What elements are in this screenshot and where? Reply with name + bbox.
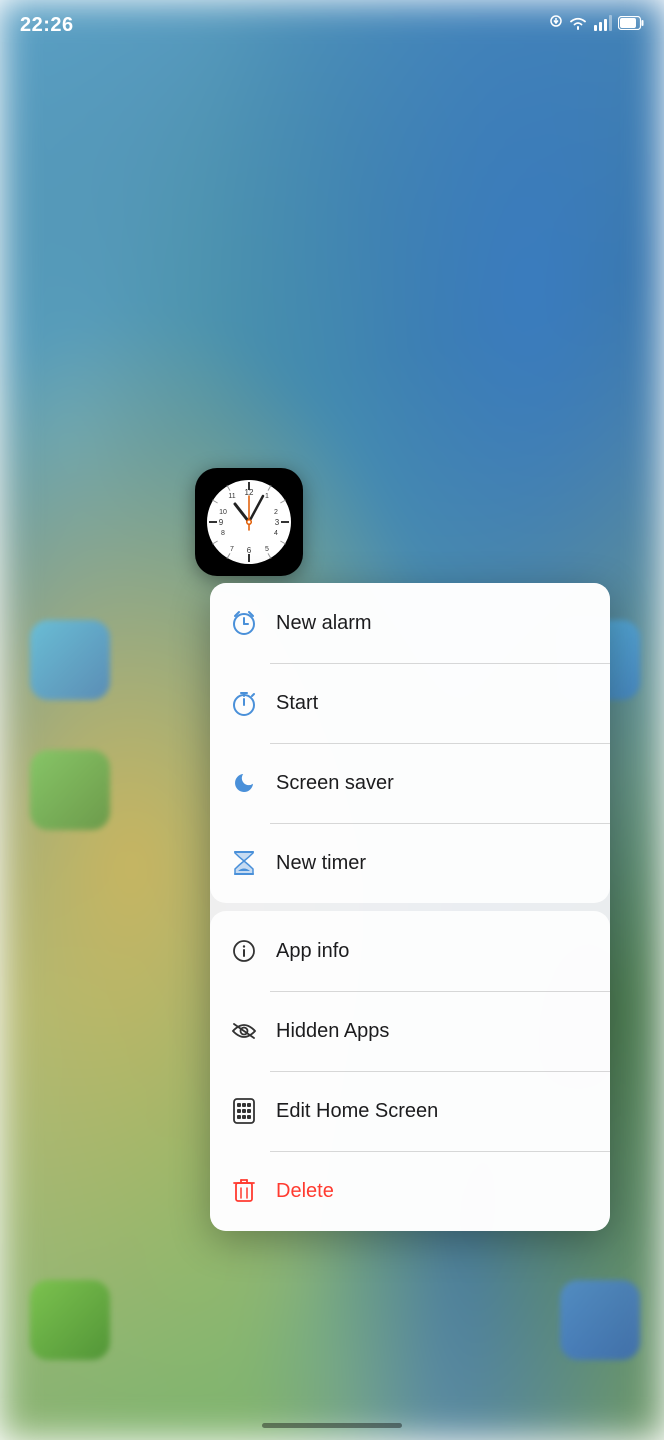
svg-text:3: 3 [275, 518, 280, 527]
new-alarm-item[interactable]: New alarm [210, 583, 610, 663]
new-timer-item[interactable]: New timer [210, 823, 610, 903]
start-label: Start [276, 692, 318, 715]
screen-saver-label: Screen saver [276, 772, 394, 795]
app-info-label: App info [276, 940, 349, 963]
info-icon [228, 935, 260, 967]
svg-text:5: 5 [265, 546, 269, 553]
svg-text:10: 10 [219, 509, 227, 516]
delete-label: Delete [276, 1180, 334, 1203]
bg-icon [30, 620, 110, 700]
download-icon [550, 15, 562, 36]
svg-text:11: 11 [228, 493, 235, 500]
new-timer-label: New timer [276, 852, 366, 875]
home-indicator [262, 1423, 402, 1428]
hourglass-icon [228, 847, 260, 879]
hidden-apps-item[interactable]: Hidden Apps [210, 991, 610, 1071]
status-icons [550, 15, 644, 36]
screen-saver-item[interactable]: Screen saver [210, 743, 610, 823]
alarm-icon [228, 607, 260, 639]
svg-text:4: 4 [274, 530, 278, 537]
status-time: 22:26 [20, 14, 74, 37]
eye-slash-icon [228, 1015, 260, 1047]
bg-icon [30, 1280, 110, 1360]
svg-text:8: 8 [221, 530, 225, 537]
clock-face-svg: 12 3 6 9 1 2 4 5 7 8 10 11 [205, 478, 293, 566]
app-info-item[interactable]: App info [210, 911, 610, 991]
new-alarm-label: New alarm [276, 612, 372, 635]
wifi-icon [568, 15, 588, 36]
svg-text:1: 1 [265, 493, 269, 500]
svg-text:2: 2 [274, 509, 278, 516]
status-bar: 22:26 [0, 0, 664, 50]
svg-text:9: 9 [219, 518, 224, 527]
svg-text:7: 7 [230, 546, 234, 553]
phone-grid-icon [228, 1095, 260, 1127]
edit-home-screen-label: Edit Home Screen [276, 1100, 438, 1123]
edit-home-screen-item[interactable]: Edit Home Screen [210, 1071, 610, 1151]
hidden-apps-label: Hidden Apps [276, 1020, 389, 1043]
stopwatch-icon [228, 687, 260, 719]
shortcuts-section: New alarm Start Screen saver [210, 583, 610, 903]
bg-icon [30, 750, 110, 830]
battery-icon [618, 16, 644, 35]
trash-icon [228, 1175, 260, 1207]
delete-item[interactable]: Delete [210, 1151, 610, 1231]
context-menu: New alarm Start Screen saver [210, 583, 610, 1231]
clock-app-icon[interactable]: 12 3 6 9 1 2 4 5 7 8 10 11 [195, 468, 303, 576]
moon-icon [228, 767, 260, 799]
actions-section: App info Hidden Apps [210, 911, 610, 1231]
svg-text:6: 6 [247, 546, 252, 555]
start-item[interactable]: Start [210, 663, 610, 743]
signal-icon [594, 15, 612, 36]
bg-icon [560, 1280, 640, 1360]
